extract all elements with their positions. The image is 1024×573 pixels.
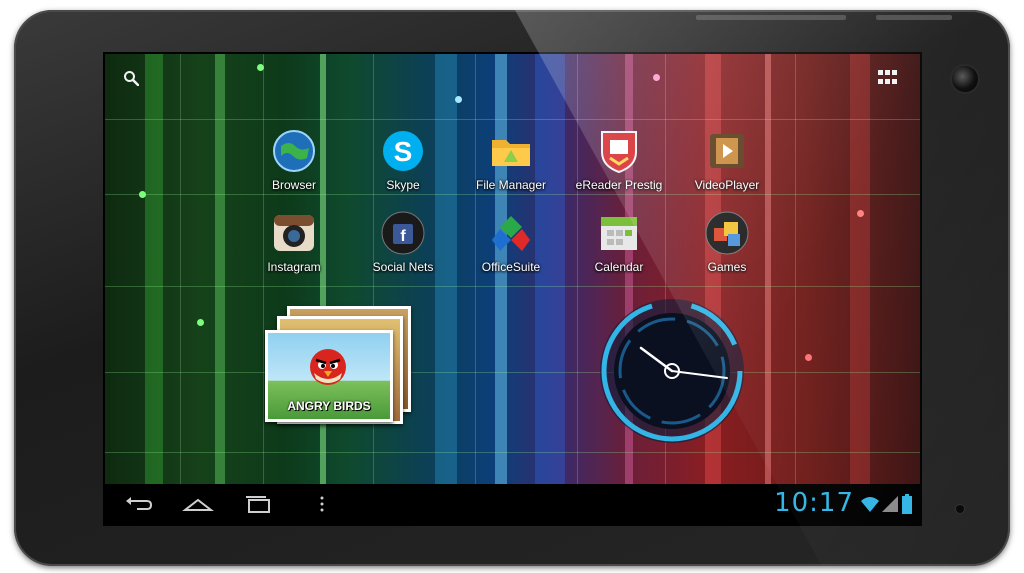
svg-text:f: f <box>400 228 406 245</box>
signal-icon <box>882 496 898 512</box>
games-folder-icon <box>704 210 750 256</box>
app-label: OfficeSuite <box>481 260 541 274</box>
home-icon[interactable] <box>181 492 215 516</box>
system-bar: 10:17 <box>105 484 920 524</box>
globe-icon <box>271 128 317 174</box>
app-ereader[interactable]: eReader Prestig <box>569 128 669 192</box>
app-label: eReader Prestig <box>575 178 663 192</box>
app-browser[interactable]: Browser <box>244 128 344 192</box>
menu-icon[interactable] <box>305 492 339 516</box>
search-icon[interactable] <box>123 70 139 86</box>
app-calendar[interactable]: Calendar <box>569 210 669 274</box>
svg-text:S: S <box>394 136 413 167</box>
camera-icon <box>271 210 317 256</box>
app-videoplayer[interactable]: VideoPlayer <box>677 128 777 192</box>
app-label: File Manager <box>475 178 547 192</box>
battery-icon <box>902 494 912 514</box>
film-icon <box>704 128 750 174</box>
analog-clock-widget[interactable] <box>597 296 747 446</box>
app-label: Skype <box>386 178 420 192</box>
app-label: Social Nets <box>372 260 434 274</box>
app-label: Calendar <box>594 260 644 274</box>
photo-front: ANGRY BIRDS <box>265 330 393 422</box>
home-screen: Browser S Skype File Manager eReader Pre… <box>105 54 920 524</box>
app-label: Games <box>707 260 747 274</box>
recent-apps-icon[interactable] <box>241 492 275 516</box>
app-label: VideoPlayer <box>694 178 760 192</box>
social-facebook-icon: f <box>380 210 426 256</box>
app-officesuite[interactable]: OfficeSuite <box>461 210 561 274</box>
app-games[interactable]: Games <box>677 210 777 274</box>
folder-icon <box>488 128 534 174</box>
wifi-icon <box>861 497 879 512</box>
apps-grid-icon[interactable] <box>878 70 900 86</box>
volume-button[interactable] <box>696 15 846 20</box>
app-social-nets[interactable]: f Social Nets <box>353 210 453 274</box>
status-time[interactable]: 10:17 <box>774 488 854 518</box>
app-skype[interactable]: S Skype <box>353 128 453 192</box>
app-label: Instagram <box>267 260 321 274</box>
app-label: Browser <box>271 178 316 192</box>
ereader-shield-icon <box>596 128 642 174</box>
calendar-icon <box>596 210 642 256</box>
back-icon[interactable] <box>121 492 155 516</box>
skype-icon: S <box>380 128 426 174</box>
photo-gallery-widget[interactable]: ANGRY BIRDS <box>265 306 425 436</box>
app-instagram[interactable]: Instagram <box>244 210 344 274</box>
front-camera <box>952 66 978 92</box>
officesuite-icon <box>488 210 534 256</box>
power-button[interactable] <box>876 15 952 20</box>
app-file-manager[interactable]: File Manager <box>461 128 561 192</box>
microphone-hole <box>956 505 964 513</box>
photo-caption: ANGRY BIRDS <box>287 399 371 413</box>
